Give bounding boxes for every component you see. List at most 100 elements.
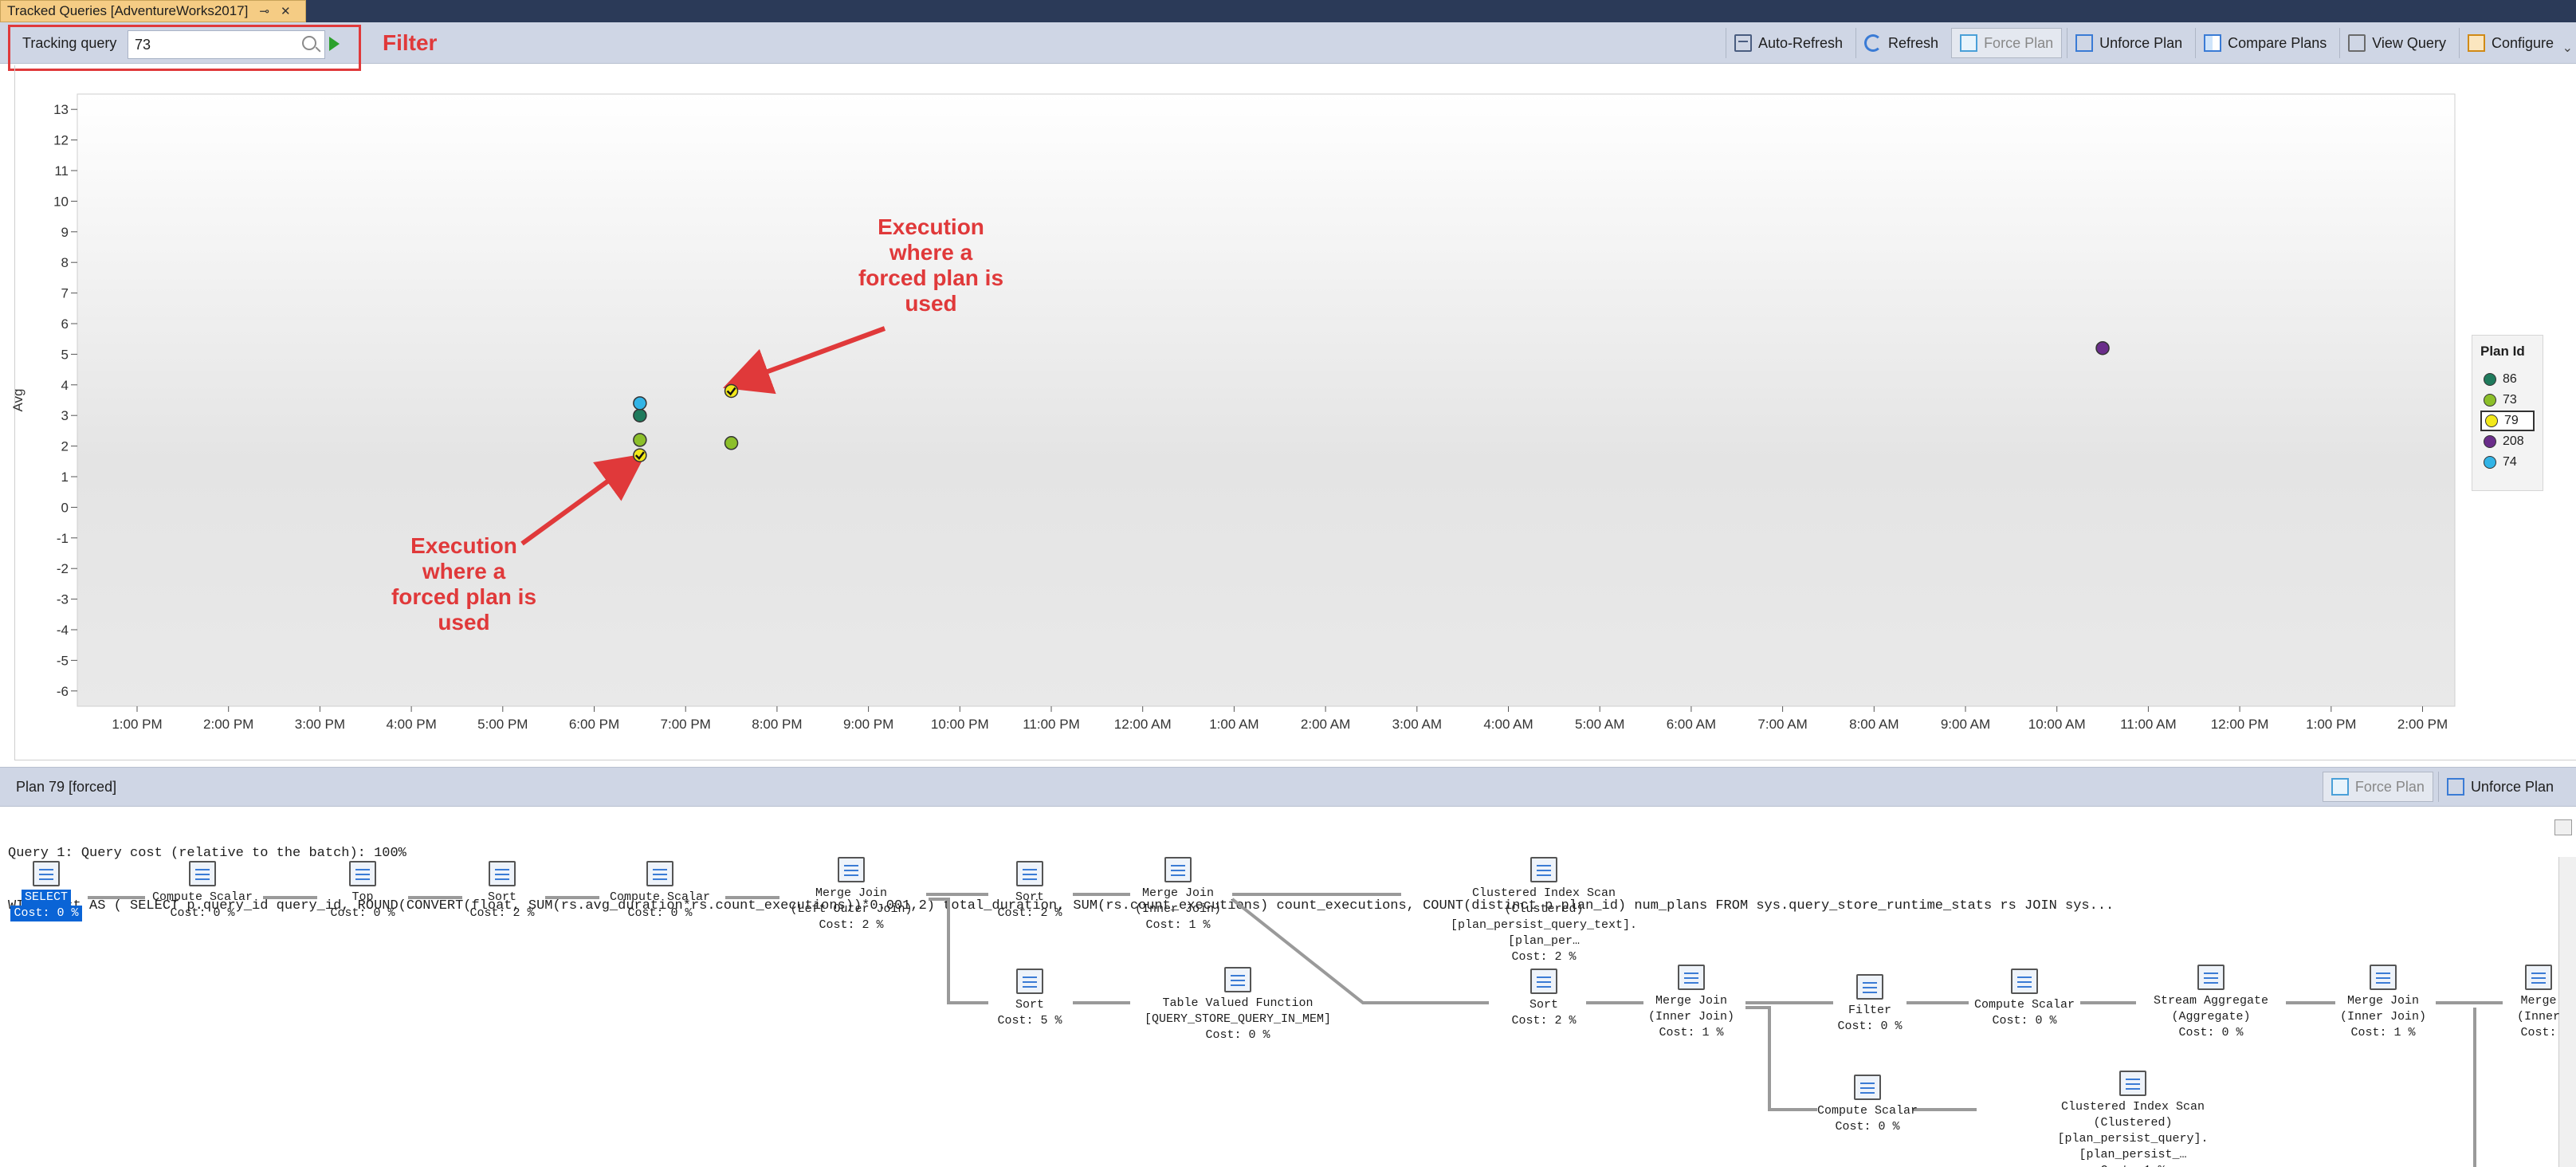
plan-operator-merge-join-5[interactable]: Merge(InnerCost:: [2443, 965, 2576, 1041]
plan-operator-merge-join-3[interactable]: Merge Join(Inner Join)Cost: 1 %: [1596, 965, 1787, 1041]
y-tick-label: -3: [57, 592, 69, 607]
y-tick-label: 11: [54, 163, 69, 179]
auto-refresh-button[interactable]: Auto-Refresh: [1726, 28, 1851, 58]
operator-label: Merge Join: [1596, 993, 1787, 1009]
operator-cost: Cost: 0 %: [1929, 1013, 2120, 1029]
plan-unforce-plan-button[interactable]: Unforce Plan: [2438, 772, 2562, 802]
legend-item-79[interactable]: 79: [2480, 411, 2535, 431]
x-tick-label: 7:00 PM: [661, 717, 711, 732]
operator-cost: Cost: 1 %: [2037, 1163, 2228, 1167]
scatter-chart: Avg 131211109876543210-1-2-3-4-5-6 1:00 …: [0, 65, 2576, 759]
refresh-button[interactable]: Refresh: [1855, 28, 1946, 58]
view-query-icon: [2348, 34, 2366, 52]
y-tick-label: -4: [57, 623, 69, 638]
operator-label: [plan_persist_query].[plan_persist_…: [2037, 1131, 2228, 1163]
y-tick-label: 9: [61, 225, 69, 240]
pin-icon[interactable]: ⊸: [259, 4, 269, 18]
unforce-plan-label: Unforce Plan: [2099, 35, 2182, 52]
annotation-text: Execution: [878, 214, 984, 239]
y-axis-ticks: 131211109876543210-1-2-3-4-5-6: [53, 102, 77, 699]
annotation-text: forced plan is: [391, 584, 536, 609]
data-point-plan-74[interactable]: [634, 397, 646, 410]
merge-join-icon: [1678, 965, 1705, 990]
force-plan-button[interactable]: Force Plan: [1951, 28, 2062, 58]
view-query-label: View Query: [2372, 35, 2446, 52]
legend-item-208[interactable]: 208: [2480, 431, 2535, 452]
view-query-button[interactable]: View Query: [2339, 28, 2454, 58]
legend-label: 79: [2504, 414, 2519, 428]
y-tick-label: 8: [61, 255, 69, 270]
plan-operator-compute-scalar-4[interactable]: Compute ScalarCost: 0 %: [1772, 1075, 1963, 1135]
y-tick-label: -1: [57, 531, 69, 546]
plan-operator-merge-join-2[interactable]: Merge Join(Inner Join)Cost: 1 %: [1082, 857, 1274, 933]
y-tick-label: 6: [61, 316, 69, 332]
document-tab-title: Tracked Queries [AdventureWorks2017]: [7, 3, 248, 19]
x-tick-label: 6:00 AM: [1667, 717, 1716, 732]
legend-label: 74: [2503, 455, 2517, 470]
legend-item-86[interactable]: 86: [2480, 369, 2535, 390]
query-expand-button[interactable]: [2554, 819, 2572, 835]
x-tick-label: 5:00 PM: [477, 717, 528, 732]
compare-plans-button[interactable]: Compare Plans: [2195, 28, 2334, 58]
compute-scalar-icon: [2011, 969, 2038, 994]
operator-label: (Left Outer Join): [756, 902, 947, 917]
x-tick-label: 4:00 PM: [386, 717, 436, 732]
plan-buttons: Force Plan Unforce Plan: [2323, 770, 2562, 804]
legend-label: 86: [2503, 372, 2517, 387]
plan-operator-stream-aggregate[interactable]: Stream Aggregate(Aggregate)Cost: 0 %: [2115, 965, 2307, 1041]
legend-item-73[interactable]: 73: [2480, 390, 2535, 411]
toolbar-overflow-icon[interactable]: ⌄: [2562, 40, 2573, 56]
annotation-text: used: [905, 291, 956, 316]
document-tab[interactable]: Tracked Queries [AdventureWorks2017] ⊸ ✕: [0, 0, 306, 22]
plan-operator-compute-scalar-2[interactable]: Compute ScalarCost: 0 %: [564, 861, 756, 921]
x-tick-label: 11:00 PM: [1023, 717, 1080, 732]
y-tick-label: -5: [57, 653, 69, 668]
data-point-plan-73[interactable]: [634, 434, 646, 446]
legend-title: Plan Id: [2480, 344, 2535, 360]
operator-label: (Inner Join): [1596, 1009, 1787, 1025]
merge-join-icon: [1164, 857, 1192, 882]
plan-operator-clustered-scan-1[interactable]: Clustered Index Scan (Clustered)[plan_pe…: [1448, 857, 1639, 965]
plan-unforce-plan-label: Unforce Plan: [2471, 779, 2554, 796]
clustered-index-scan-icon: [2119, 1071, 2146, 1096]
operator-cost: Cost: 1 %: [1596, 1025, 1787, 1041]
data-point-plan-86[interactable]: [634, 409, 646, 422]
y-tick-label: 13: [53, 102, 69, 117]
y-tick-label: 2: [61, 439, 69, 454]
x-tick-label: 1:00 PM: [112, 717, 162, 732]
operator-label: Cost:: [2443, 1025, 2576, 1041]
operator-label: Compute Scalar: [564, 890, 756, 906]
plan-operator-merge-join-1[interactable]: Merge Join(Left Outer Join)Cost: 2 %: [756, 857, 947, 933]
unforce-plan-icon: [2447, 778, 2464, 796]
select-icon: [33, 861, 60, 886]
legend: Plan Id 86 73 79 208 74: [2472, 335, 2543, 491]
x-tick-label: 1:00 AM: [1209, 717, 1259, 732]
data-point-plan-79[interactable]: [634, 449, 646, 462]
compute-scalar-icon: [646, 861, 673, 886]
unforce-plan-button[interactable]: Unforce Plan: [2067, 28, 2190, 58]
operator-label: Merge: [2443, 993, 2576, 1009]
configure-button[interactable]: Configure: [2459, 28, 2562, 58]
close-icon[interactable]: ✕: [281, 4, 291, 18]
legend-label: 73: [2503, 393, 2517, 407]
operator-cost: Cost: 5 %: [934, 1013, 1125, 1029]
x-tick-label: 12:00 PM: [2211, 717, 2269, 732]
y-tick-label: -6: [57, 684, 69, 699]
x-tick-label: 10:00 PM: [931, 717, 989, 732]
annotation-text: where a: [422, 559, 506, 584]
merge-join-icon: [2525, 965, 2552, 990]
stream-aggregate-icon: [2197, 965, 2225, 990]
plan-force-plan-button[interactable]: Force Plan: [2323, 772, 2433, 802]
legend-item-74[interactable]: 74: [2480, 452, 2535, 473]
configure-label: Configure: [2492, 35, 2554, 52]
data-point-plan-208[interactable]: [2096, 342, 2109, 355]
y-tick-label: 1: [61, 470, 69, 485]
data-point-plan-79[interactable]: [725, 384, 738, 397]
x-tick-label: 6:00 PM: [569, 717, 619, 732]
y-tick-label: 10: [53, 194, 69, 209]
plan-operator-clustered-scan-2[interactable]: Clustered Index Scan (Clustered)[plan_pe…: [2037, 1071, 2228, 1167]
plan-operator-compute-scalar-3[interactable]: Compute ScalarCost: 0 %: [1929, 969, 2120, 1029]
plan-operator-sort-3[interactable]: SortCost: 5 %: [934, 969, 1125, 1029]
data-point-plan-73[interactable]: [725, 437, 738, 450]
plan-operator-tvf[interactable]: Table Valued Function[QUERY_STORE_QUERY_…: [1142, 967, 1333, 1043]
